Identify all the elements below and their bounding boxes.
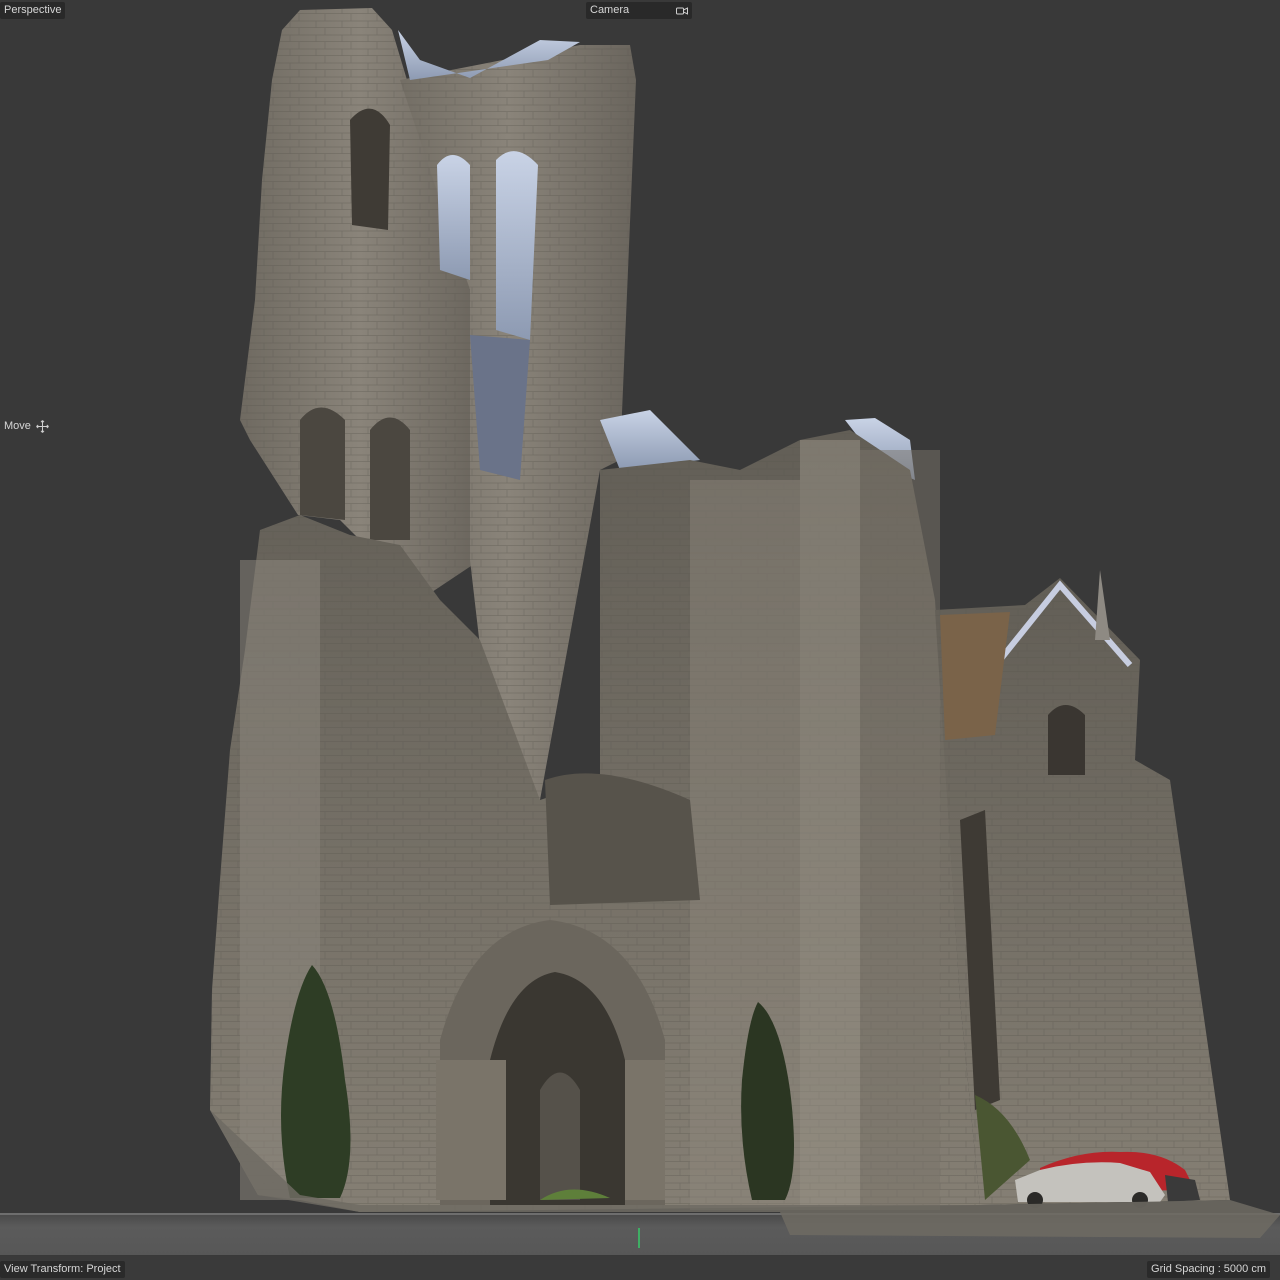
camera-menu[interactable]: Camera [586,2,692,19]
3d-viewport[interactable]: Perspective Camera Move View Transform: … [0,0,1280,1280]
active-tool-indicator[interactable]: Move [0,418,53,435]
move-crosshair-icon [36,420,49,433]
abbey-ruin-model[interactable] [0,0,1280,1280]
tool-label: Move [4,420,31,432]
status-bar [0,1256,1280,1280]
camera-icon[interactable] [676,6,688,16]
projection-menu[interactable]: Perspective [0,2,66,19]
camera-label: Camera [590,4,630,16]
grid-spacing-label: Grid Spacing : 5000 cm [1147,1261,1270,1278]
projection-label: Perspective [4,4,62,16]
view-transform-label[interactable]: View Transform: Project [0,1261,125,1278]
